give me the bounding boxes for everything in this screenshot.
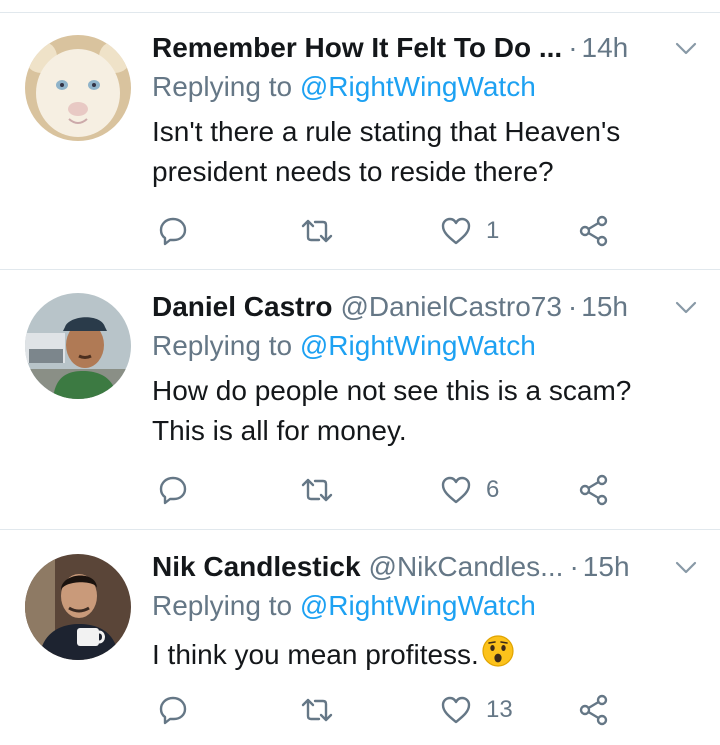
tweet-header: Daniel Castro @DanielCastro73 · 15h (152, 287, 720, 327)
replying-label: Replying to (152, 590, 300, 621)
tweet-1[interactable]: Remember How It Felt To Do ... · 14h Rep… (0, 13, 720, 270)
replying-label: Replying to (152, 330, 300, 361)
timestamp[interactable]: 14h (582, 32, 629, 64)
retweet-button[interactable] (300, 688, 334, 732)
chevron-down-icon[interactable] (674, 558, 698, 578)
display-name[interactable]: Daniel Castro (152, 291, 333, 323)
replying-to: Replying to @RightWingWatch (152, 590, 536, 622)
retweet-icon (301, 478, 333, 502)
tweet-actions: 6 (152, 468, 632, 512)
tweet-actions: 1 (152, 209, 632, 253)
retweet-icon (301, 219, 333, 243)
reply-button[interactable] (158, 468, 188, 512)
share-button[interactable] (578, 688, 610, 732)
like-button[interactable]: 6 (440, 468, 499, 512)
reply-icon (159, 476, 187, 505)
tweet-text-content: I think you mean profitess. (152, 639, 479, 670)
reply-button[interactable] (158, 688, 188, 732)
like-icon (441, 696, 471, 724)
like-button[interactable]: 13 (440, 688, 513, 732)
tweet-text-line: I think you mean profitess. (152, 634, 692, 675)
tweet-text-line: How do people not see this is a scam? (152, 375, 632, 406)
chevron-down-icon[interactable] (674, 39, 698, 59)
separator-dot: · (568, 32, 578, 63)
reply-button[interactable] (158, 209, 188, 253)
tweet-actions: 13 (152, 688, 632, 732)
retweet-button[interactable] (300, 468, 334, 512)
user-handle[interactable]: @DanielCastro73 (341, 291, 562, 323)
like-count: 13 (486, 696, 513, 723)
share-icon (579, 694, 608, 726)
like-count: 6 (486, 476, 500, 503)
like-button[interactable]: 1 (440, 209, 499, 253)
reply-icon (159, 696, 187, 725)
share-icon (579, 474, 608, 506)
chevron-down-icon[interactable] (674, 298, 698, 318)
timestamp[interactable]: 15h (581, 291, 628, 323)
display-name[interactable]: Remember How It Felt To Do ... (152, 32, 562, 64)
retweet-icon (301, 698, 333, 722)
white-lion-cub-avatar (25, 35, 131, 141)
man-with-mug-avatar (25, 554, 131, 660)
share-button[interactable] (578, 209, 610, 253)
user-handle[interactable]: @NikCandles... (369, 551, 564, 583)
tweet-text: Isn't there a rule stating that Heaven's… (152, 112, 692, 192)
avatar[interactable] (25, 35, 131, 141)
replying-label: Replying to (152, 71, 300, 102)
separator-dot: · (567, 291, 578, 322)
tweet-text: I think you mean profitess. (152, 634, 692, 675)
astonished-face-emoji-icon (482, 635, 514, 667)
mention-link[interactable]: @RightWingWatch (300, 71, 536, 102)
tweet-text-line: president needs to reside there? (152, 156, 554, 187)
reply-icon (159, 217, 187, 246)
share-button[interactable] (578, 468, 610, 512)
tweet-header: Remember How It Felt To Do ... · 14h (152, 28, 720, 68)
retweet-button[interactable] (300, 209, 334, 253)
timestamp[interactable]: 15h (583, 551, 630, 583)
tweet-2[interactable]: Daniel Castro @DanielCastro73 · 15h Repl… (0, 270, 720, 530)
avatar[interactable] (25, 293, 131, 399)
tweet-text: How do people not see this is a scam? Th… (152, 371, 692, 451)
man-in-cap-avatar (25, 293, 131, 399)
mention-link[interactable]: @RightWingWatch (300, 330, 536, 361)
replying-to: Replying to @RightWingWatch (152, 330, 536, 362)
separator-dot: · (569, 551, 579, 582)
avatar[interactable] (25, 554, 131, 660)
display-name[interactable]: Nik Candlestick (152, 551, 361, 583)
like-icon (441, 476, 471, 504)
mention-link[interactable]: @RightWingWatch (300, 590, 536, 621)
tweet-text-line: Isn't there a rule stating that Heaven's (152, 116, 621, 147)
tweet-text-line: This is all for money. (152, 415, 407, 446)
like-icon (441, 217, 471, 245)
share-icon (579, 215, 608, 247)
tweet-3[interactable]: Nik Candlestick @NikCandles... · 15h Rep… (0, 530, 720, 745)
tweet-header: Nik Candlestick @NikCandles... · 15h (152, 547, 720, 587)
replying-to: Replying to @RightWingWatch (152, 71, 536, 103)
like-count: 1 (486, 217, 500, 244)
